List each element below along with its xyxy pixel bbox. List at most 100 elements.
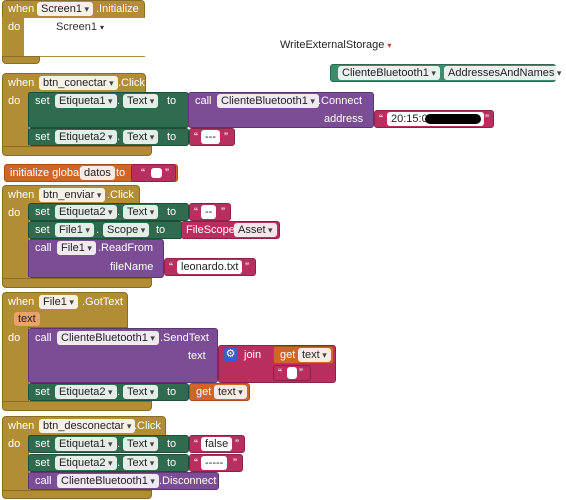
address-value[interactable]: 20:15:0 xyxy=(387,112,484,126)
quote-open-icon: “ xyxy=(141,166,145,180)
scope-property-dropdown[interactable]: Scope xyxy=(103,223,150,237)
text-param-label: text xyxy=(188,350,206,362)
set-keyword: set xyxy=(35,438,50,450)
quote-close-icon: ” xyxy=(221,205,225,219)
etiqueta2-dropdown[interactable]: Etiqueta2 xyxy=(55,385,117,399)
to-keyword: to xyxy=(156,224,166,236)
quote-open-icon: “ xyxy=(194,205,198,219)
click-event-label: .Click xyxy=(134,420,161,432)
quote-close-icon: ” xyxy=(235,437,239,451)
to-keyword: to xyxy=(167,386,177,398)
quote-open-icon: “ xyxy=(169,260,173,274)
addresses-property-dropdown[interactable]: AddressesAndNames xyxy=(444,66,566,80)
quote-open-icon: “ xyxy=(194,456,198,470)
to-keyword: to xyxy=(167,457,177,469)
bluetooth-client-dropdown[interactable]: ClienteBluetooth1 xyxy=(217,94,319,108)
bluetooth-client-dropdown[interactable]: ClienteBluetooth1 xyxy=(57,474,159,488)
dot-label: . xyxy=(117,386,121,398)
do-keyword: do xyxy=(8,207,21,219)
etiqueta2-dropdown[interactable]: Etiqueta2 xyxy=(55,205,117,219)
redacted-mark xyxy=(425,114,481,124)
set-keyword: set xyxy=(35,457,50,469)
etiqueta2-dropdown[interactable]: Etiqueta2 xyxy=(55,130,117,144)
do-keyword: do xyxy=(8,95,21,107)
btn-conectar-dropdown[interactable]: btn_conectar xyxy=(39,76,118,90)
file1-dropdown[interactable]: File1 xyxy=(57,241,96,255)
quote-close-icon: ” xyxy=(165,166,169,180)
join-label: join xyxy=(244,349,262,361)
quote-close-icon: ” xyxy=(245,260,249,274)
when-keyword: when xyxy=(8,420,35,432)
set-keyword: set xyxy=(35,386,50,398)
gottext-event-label: .GotText xyxy=(82,296,123,308)
filename-value[interactable]: leonardo.txt xyxy=(177,260,243,274)
etiqueta2-dropdown[interactable]: Etiqueta2 xyxy=(55,456,117,470)
etiqueta1-dropdown[interactable]: Etiqueta1 xyxy=(55,437,117,451)
initialize-global-label: initialize global xyxy=(10,167,82,179)
text-value[interactable]: -- xyxy=(201,205,217,219)
gear-icon[interactable]: ⚙ xyxy=(224,348,237,361)
quote-open-icon: “ xyxy=(194,437,198,451)
file-scope-label: FileScope xyxy=(186,224,235,236)
quote-close-icon: ” xyxy=(224,130,228,144)
when-keyword: when xyxy=(8,189,35,201)
file1-dropdown[interactable]: File1 xyxy=(39,295,78,309)
get-keyword: get xyxy=(280,349,296,361)
text-value[interactable]: --- xyxy=(201,130,220,144)
permission-dropdown[interactable]: WriteExternalStorage ▾ xyxy=(280,39,391,51)
screen1-inner-dropdown[interactable]: Screen1 ▾ xyxy=(52,20,108,34)
screen1-component-dropdown[interactable]: Screen1 xyxy=(37,2,94,16)
file1-dropdown[interactable]: File1 xyxy=(55,223,94,237)
get-variable-dropdown[interactable]: text xyxy=(214,385,247,399)
text-value[interactable]: false xyxy=(201,437,233,451)
text-property-dropdown[interactable]: Text xyxy=(123,94,159,108)
set-keyword: set xyxy=(35,95,50,107)
dot-label: . xyxy=(117,95,121,107)
to-keyword: to xyxy=(167,95,177,107)
initialize-event-label: .Initialize xyxy=(96,3,139,15)
text-property-dropdown[interactable]: Text xyxy=(123,437,159,451)
quote-open-icon: “ xyxy=(194,130,198,144)
bluetooth-client-dropdown[interactable]: ClienteBluetooth1 xyxy=(338,66,440,80)
text-property-dropdown[interactable]: Text xyxy=(123,456,159,470)
dot-label: . xyxy=(117,131,121,143)
get-variable-dropdown[interactable]: text xyxy=(298,348,331,362)
address-param-label: address xyxy=(324,113,364,125)
empty-string-value[interactable] xyxy=(151,168,162,178)
do-keyword: do xyxy=(8,438,21,450)
text-property-dropdown[interactable]: Text xyxy=(123,205,159,219)
btn-desconectar-dropdown[interactable]: btn_desconectar xyxy=(39,419,136,433)
get-keyword: get xyxy=(196,386,212,398)
connect-method-label: .Connect xyxy=(318,95,363,107)
do-keyword: do xyxy=(8,332,21,344)
set-keyword: set xyxy=(35,224,50,236)
bluetooth-client-dropdown[interactable]: ClienteBluetooth1 xyxy=(57,331,159,345)
text-param-chip[interactable]: text xyxy=(14,312,40,326)
sendtext-method-label: .SendText xyxy=(160,332,209,344)
call-keyword: call xyxy=(35,332,52,344)
readfrom-method-label: .ReadFrom xyxy=(98,242,154,254)
space-string-value[interactable] xyxy=(287,367,297,379)
scope-value-dropdown[interactable]: Asset xyxy=(234,223,277,237)
variable-name-field[interactable]: datos xyxy=(80,166,115,180)
dot-label: . xyxy=(117,206,121,218)
dot-label: . xyxy=(96,224,100,236)
chevron-down-icon: ▾ xyxy=(387,41,392,50)
text-value[interactable]: ----- xyxy=(201,456,228,470)
btn-enviar-dropdown[interactable]: btn_enviar xyxy=(39,188,106,202)
to-keyword: to xyxy=(167,131,177,143)
filename-param-label: fileName xyxy=(110,261,154,273)
when-keyword: when xyxy=(8,3,35,15)
text-property-dropdown[interactable]: Text xyxy=(123,130,159,144)
when-keyword: when xyxy=(8,77,35,89)
dot-label: . xyxy=(117,438,121,450)
do-keyword: do xyxy=(8,21,21,33)
quote-open-icon: “ xyxy=(278,366,282,380)
quote-open-icon: “ xyxy=(379,112,383,126)
set-keyword: set xyxy=(35,206,50,218)
etiqueta1-dropdown[interactable]: Etiqueta1 xyxy=(55,94,117,108)
click-event-label: .Click xyxy=(107,189,134,201)
text-property-dropdown[interactable]: Text xyxy=(123,385,159,399)
dot-label: . xyxy=(436,67,440,79)
quote-close-icon: ” xyxy=(485,112,489,126)
